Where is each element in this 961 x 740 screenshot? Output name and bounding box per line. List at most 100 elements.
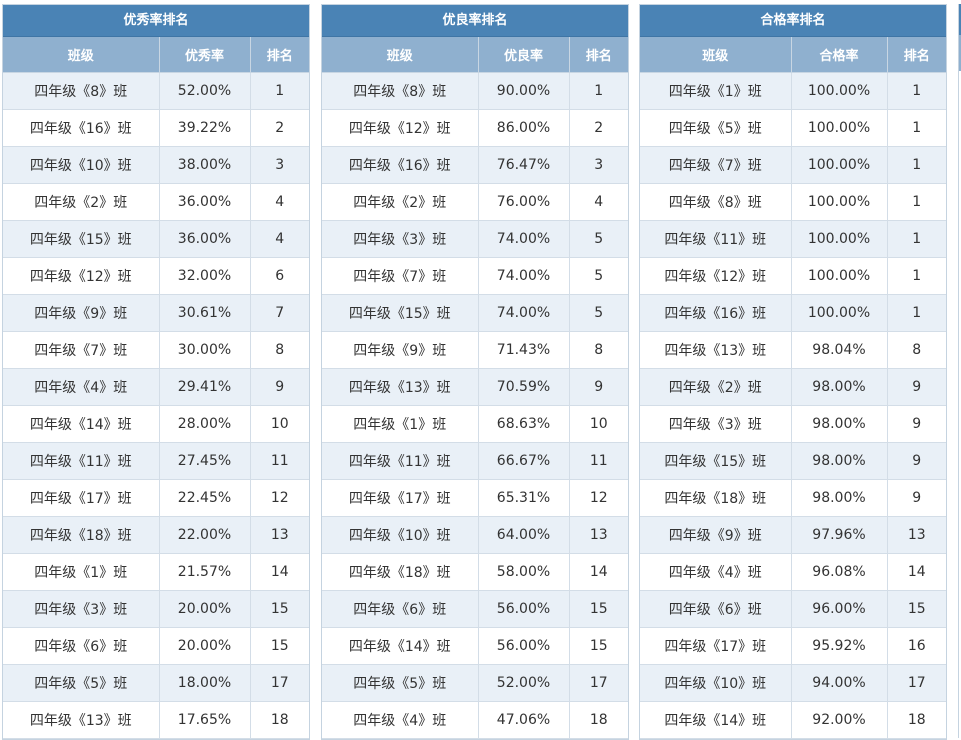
table-row[interactable]: 四年级《15》班 74.00% 5 [322, 294, 628, 332]
table-row[interactable]: 四年级《14》班 56.00% 15 [322, 627, 628, 665]
table-row[interactable]: 四年级《8》班 90.00% 1 [322, 72, 628, 110]
table-row[interactable]: 四年级《15》班 36.00% 4 [3, 220, 309, 258]
table-row[interactable]: 四年级《16》班 100.00% 1 [640, 294, 946, 332]
cell-rate: 76.00% [477, 183, 570, 221]
cell-class: 四年级《3》班 [3, 590, 160, 628]
cell-rank: 9 [568, 368, 628, 406]
table-row[interactable]: 四年级《11》班 27.45% 11 [3, 442, 309, 480]
cell-class: 四年级《12》班 [3, 257, 160, 295]
table-row[interactable]: 四年级《11》班 100.00% 1 [640, 220, 946, 258]
table-row[interactable]: 四年级《2》班 76.00% 4 [322, 183, 628, 221]
table-row[interactable]: 四年级《2》班 98.00% 9 [640, 368, 946, 406]
cell-rank: 14 [886, 553, 946, 591]
cell-class: 四年级《1》班 [640, 72, 792, 110]
table-row[interactable]: 四年级《3》班 20.00% 15 [3, 590, 309, 628]
cell-class: 四年级《7》班 [3, 331, 160, 369]
column-header-rate[interactable]: 合格率 [790, 37, 888, 73]
cell-rank: 3 [568, 146, 628, 184]
column-header-class[interactable]: 班级 [640, 37, 792, 73]
table-row[interactable]: 四年级《9》班 71.43% 8 [322, 331, 628, 369]
table-row[interactable]: 四年级《4》班 29.41% 9 [3, 368, 309, 406]
table-row[interactable]: 四年级《9》班 30.61% 7 [3, 294, 309, 332]
table-row[interactable]: 四年级《16》班 76.47% 3 [322, 146, 628, 184]
table-row[interactable]: 四年级《2》班 36.00% 4 [3, 183, 309, 221]
cell-class: 四年级《6》班 [3, 627, 160, 665]
column-header-rate[interactable]: 优秀率 [158, 37, 251, 73]
cell-rate: 56.00% [477, 590, 570, 628]
table-row[interactable]: 四年级《18》班 58.00% 14 [322, 553, 628, 591]
table-row[interactable]: 四年级《13》班 70.59% 9 [322, 368, 628, 406]
column-header-rank[interactable]: 排名 [568, 37, 628, 73]
cell-rank: 4 [249, 220, 309, 258]
table-row[interactable]: 四年级《6》班 56.00% 15 [322, 590, 628, 628]
cell-class: 四年级《18》班 [322, 553, 479, 591]
cell-class: 四年级《13》班 [640, 331, 792, 369]
cell-rate: 39.22% [158, 109, 251, 147]
table-row[interactable]: 四年级《15》班 98.00% 9 [640, 442, 946, 480]
cell-class: 四年级《5》班 [3, 664, 160, 702]
table-row[interactable]: 四年级《14》班 28.00% 10 [3, 405, 309, 443]
table-row[interactable]: 四年级《17》班 22.45% 12 [3, 479, 309, 517]
table-row[interactable]: 四年级《1》班 100.00% 1 [640, 72, 946, 110]
table-row[interactable]: 四年级《17》班 95.92% 16 [640, 627, 946, 665]
cell-rank: 15 [568, 590, 628, 628]
table-row[interactable]: 四年级《12》班 86.00% 2 [322, 109, 628, 147]
column-header-rank[interactable]: 排名 [249, 37, 309, 73]
table-row[interactable]: 四年级《13》班 98.04% 8 [640, 331, 946, 369]
table-row[interactable]: 四年级《1》班 21.57% 14 [3, 553, 309, 591]
table-row[interactable]: 四年级《8》班 100.00% 1 [640, 183, 946, 221]
cell-class: 四年级《7》班 [322, 257, 479, 295]
cell-class: 四年级《12》班 [640, 257, 792, 295]
table-row[interactable]: 四年级《18》班 22.00% 13 [3, 516, 309, 554]
cell-rank: 1 [886, 146, 946, 184]
cell-rate: 22.45% [158, 479, 251, 517]
table-row[interactable]: 四年级《4》班 47.06% 18 [322, 701, 628, 739]
column-header-class[interactable]: 班级 [322, 37, 479, 73]
table-row[interactable]: 四年级《12》班 100.00% 1 [640, 257, 946, 295]
table-row[interactable]: 四年级《7》班 100.00% 1 [640, 146, 946, 184]
table-row[interactable]: 四年级《10》班 64.00% 13 [322, 516, 628, 554]
cell-rate: 100.00% [790, 72, 888, 110]
table-row[interactable]: 四年级《6》班 96.00% 15 [640, 590, 946, 628]
column-header-rate[interactable]: 优良率 [477, 37, 570, 73]
column-header-rank[interactable]: 排名 [886, 37, 946, 73]
cell-rank: 6 [249, 257, 309, 295]
table-row[interactable]: 四年级《3》班 98.00% 9 [640, 405, 946, 443]
cell-rank: 2 [249, 109, 309, 147]
table-row[interactable]: 四年级《14》班 92.00% 18 [640, 701, 946, 739]
cell-rate: 52.00% [158, 72, 251, 110]
table-row[interactable]: 四年级《5》班 100.00% 1 [640, 109, 946, 147]
cell-rank: 13 [568, 516, 628, 554]
cell-rate: 20.00% [158, 627, 251, 665]
cell-rank: 1 [886, 72, 946, 110]
table-row[interactable]: 四年级《18》班 98.00% 9 [640, 479, 946, 517]
table-row[interactable]: 四年级《3》班 74.00% 5 [322, 220, 628, 258]
cell-class: 四年级《16》班 [3, 109, 160, 147]
table-row[interactable]: 四年级《17》班 65.31% 12 [322, 479, 628, 517]
cell-rate: 98.00% [790, 405, 888, 443]
cell-class: 四年级《16》班 [322, 146, 479, 184]
table-row[interactable]: 四年级《5》班 18.00% 17 [3, 664, 309, 702]
cell-rank: 12 [249, 479, 309, 517]
table-row[interactable]: 四年级《11》班 66.67% 11 [322, 442, 628, 480]
table-row[interactable]: 四年级《10》班 38.00% 3 [3, 146, 309, 184]
table-row[interactable]: 四年级《7》班 74.00% 5 [322, 257, 628, 295]
table-row[interactable]: 四年级《9》班 97.96% 13 [640, 516, 946, 554]
table-row[interactable]: 四年级《12》班 32.00% 6 [3, 257, 309, 295]
table-row[interactable]: 四年级《7》班 30.00% 8 [3, 331, 309, 369]
cell-class: 四年级《11》班 [322, 442, 479, 480]
cell-rate: 65.31% [477, 479, 570, 517]
table-row[interactable]: 四年级《8》班 52.00% 1 [3, 72, 309, 110]
table-row[interactable]: 四年级《13》班 17.65% 18 [3, 701, 309, 739]
table-row[interactable]: 四年级《16》班 39.22% 2 [3, 109, 309, 147]
cell-class: 四年级《16》班 [640, 294, 792, 332]
column-header-class[interactable]: 班级 [3, 37, 160, 73]
cell-rank: 4 [568, 183, 628, 221]
table-row[interactable]: 四年级《1》班 68.63% 10 [322, 405, 628, 443]
cell-rank: 11 [568, 442, 628, 480]
table-row[interactable]: 四年级《6》班 20.00% 15 [3, 627, 309, 665]
table-row[interactable]: 四年级《4》班 96.08% 14 [640, 553, 946, 591]
table-row[interactable]: 四年级《5》班 52.00% 17 [322, 664, 628, 702]
cell-rank: 9 [886, 442, 946, 480]
table-row[interactable]: 四年级《10》班 94.00% 17 [640, 664, 946, 702]
